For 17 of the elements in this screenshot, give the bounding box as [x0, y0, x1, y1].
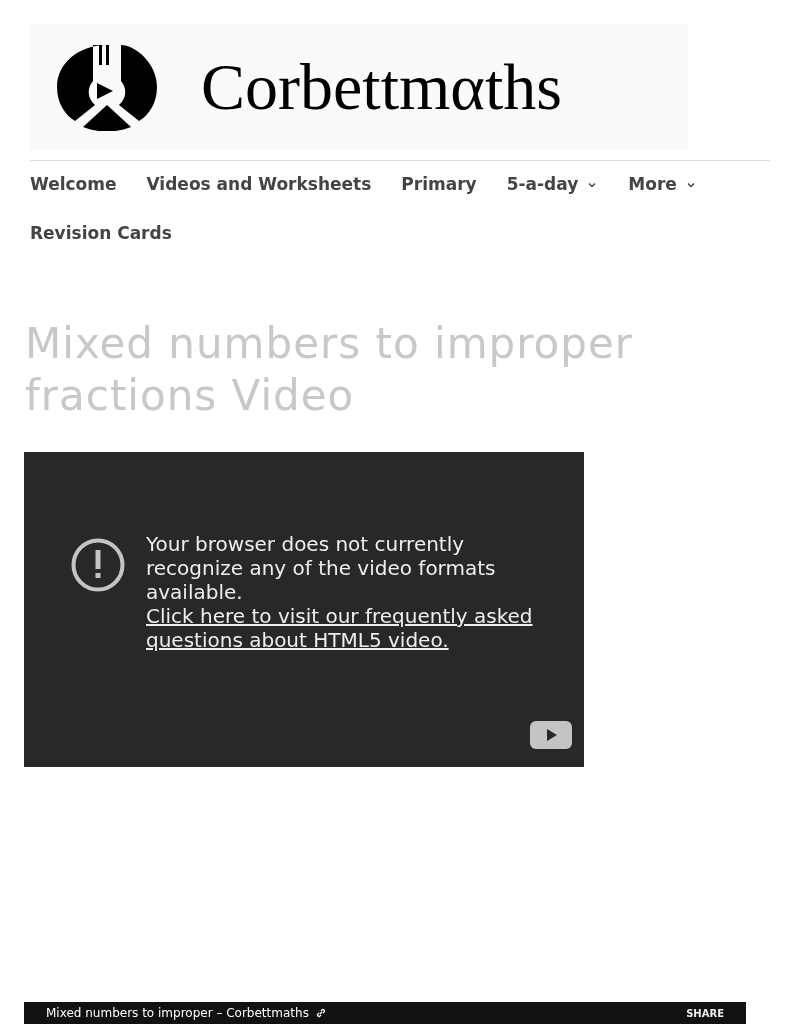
nav-link[interactable]: Welcome	[30, 173, 117, 197]
video-player[interactable]: Your browser does not currently recognize any of the video formats available. Click here to visit our frequently asked questions about HTML5 video.	[24, 452, 584, 767]
alert-icon	[71, 538, 125, 592]
nav-link[interactable]: More	[628, 173, 697, 197]
embed-title[interactable]: Mixed numbers to improper – Corbettmaths	[46, 1004, 309, 1022]
site-logo[interactable]: Corbettmαths	[30, 24, 688, 150]
error-message: Your browser does not currently recognize any of the video formats available.	[146, 532, 497, 604]
link-icon	[314, 1007, 327, 1019]
play-button-icon[interactable]	[530, 721, 572, 749]
faq-link[interactable]: Click here to visit our frequently asked questions about HTML5 video.	[146, 604, 534, 652]
nav-link[interactable]: Videos and Worksheets	[146, 173, 372, 197]
nav-link[interactable]: 5-a-day	[506, 173, 599, 197]
nav-link[interactable]: Primary	[401, 173, 477, 197]
logo-emblem-icon	[57, 43, 157, 131]
share-button[interactable]: SHARE	[686, 1005, 724, 1021]
nav-link[interactable]: Revision Cards	[30, 222, 172, 246]
logo-text: Corbettmαths	[201, 54, 562, 120]
